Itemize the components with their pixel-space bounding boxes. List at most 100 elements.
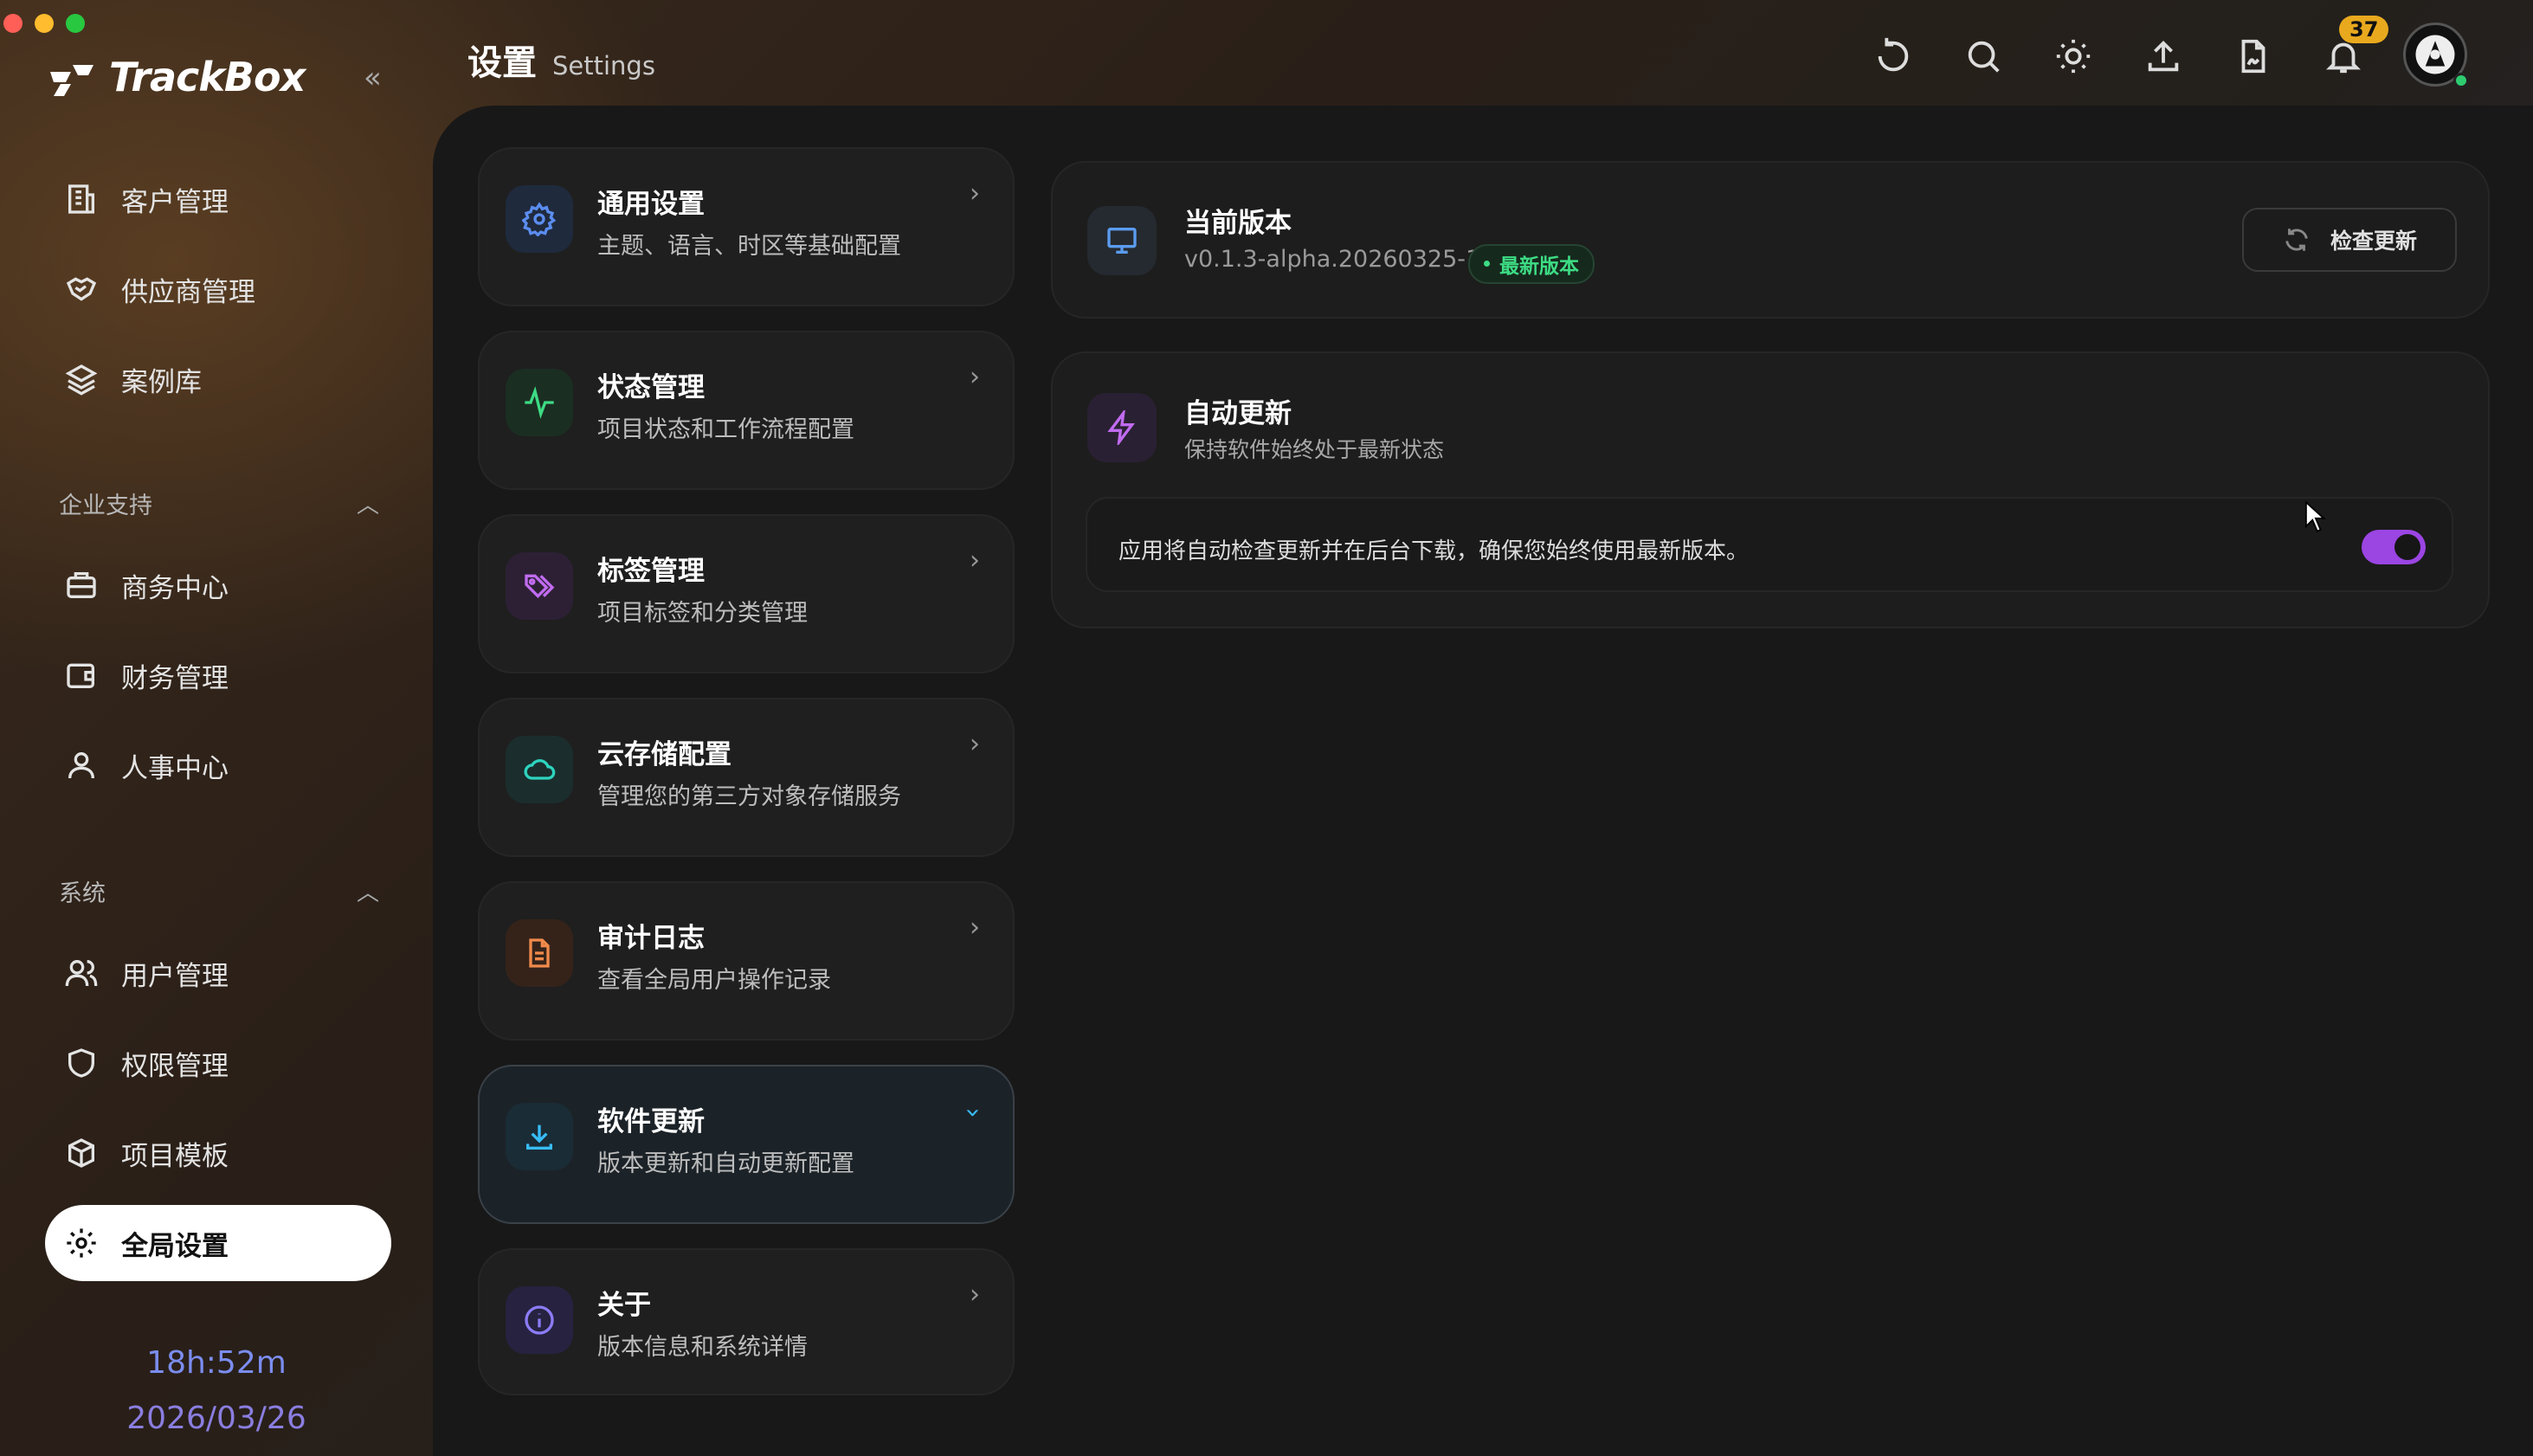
refresh-button[interactable]: [1873, 36, 1913, 76]
card-title: 软件更新: [597, 1106, 705, 1137]
page-title: 设置 Settings: [467, 35, 655, 85]
sidebar-item-label: 人事中心: [121, 752, 229, 784]
section-system[interactable]: 系统 ︿: [59, 874, 379, 908]
sidebar-item-permissions[interactable]: 权限管理: [45, 1025, 391, 1101]
mouse-cursor-icon: [2304, 500, 2326, 532]
chevron-right-icon: ›: [970, 178, 980, 209]
refresh-icon: [1878, 37, 1909, 72]
sidebar-item-label: 项目模板: [121, 1140, 229, 1172]
file-signature-icon: [2241, 39, 2266, 74]
app-logo[interactable]: TrackBox: [45, 54, 306, 100]
monitor-icon: [1107, 228, 1137, 254]
gear-icon-wrap: [506, 185, 573, 253]
upload-button[interactable]: [2143, 36, 2183, 76]
chevron-down-icon: ›: [957, 1107, 989, 1118]
sidebar-item-label: 供应商管理: [121, 276, 255, 308]
card-title: 云存储配置: [597, 739, 732, 770]
briefcase-icon: [67, 572, 96, 598]
zap-icon: [1107, 410, 1135, 445]
zap-icon-wrap: [1087, 393, 1157, 462]
activity-icon-wrap: [506, 369, 573, 436]
online-status-dot: [2453, 73, 2469, 88]
app-name: TrackBox: [109, 54, 306, 100]
clock-date: 2026/03/26: [126, 1401, 306, 1436]
auto-update-toggle[interactable]: [2362, 530, 2426, 564]
handshake-icon: [66, 277, 97, 301]
sidebar-item-global-settings[interactable]: 全局设置: [45, 1205, 391, 1281]
info-icon-wrap: [506, 1286, 573, 1354]
card-desc: 项目状态和工作流程配置: [597, 416, 854, 443]
chevron-right-icon: ›: [970, 545, 980, 576]
sidebar-item-label: 全局设置: [121, 1230, 229, 1262]
file-text-icon-wrap: [506, 919, 573, 987]
section-enterprise[interactable]: 企业支持 ︿: [59, 486, 379, 520]
gear-icon: [67, 1228, 96, 1258]
settings-card-about[interactable]: 关于 版本信息和系统详情 ›: [478, 1248, 1015, 1395]
sidebar-item-users[interactable]: 用户管理: [45, 935, 391, 1011]
page-title-en: Settings: [552, 51, 655, 81]
chevron-right-icon: ›: [970, 729, 980, 759]
sidebar-item-label: 商务中心: [121, 572, 229, 604]
search-button[interactable]: [1963, 36, 2003, 76]
settings-card-audit-log[interactable]: 审计日志 查看全局用户操作记录 ›: [478, 881, 1015, 1040]
sidebar-item-finance[interactable]: 财务管理: [45, 637, 391, 713]
gear-icon: [522, 202, 557, 236]
chevron-up-icon: ︿: [356, 880, 379, 906]
card-title: 关于: [597, 1290, 651, 1321]
sidebar-item-label: 财务管理: [121, 662, 229, 694]
check-update-button[interactable]: 检查更新: [2242, 208, 2457, 272]
check-update-label: 检查更新: [2330, 229, 2417, 254]
version-value: v0.1.3-alpha.20260325-1: [1184, 246, 1481, 273]
settings-card-cloud-storage[interactable]: 云存储配置 管理您的第三方对象存储服务 ›: [478, 698, 1015, 857]
settings-card-status[interactable]: 状态管理 项目状态和工作流程配置 ›: [478, 331, 1015, 490]
sidebar-item-case-library[interactable]: 案例库: [45, 341, 391, 417]
sidebar-item-label: 权限管理: [121, 1050, 229, 1082]
section-label: 企业支持: [59, 493, 152, 519]
cloud-icon: [524, 759, 556, 780]
card-title: 审计日志: [597, 923, 705, 954]
download-icon: [526, 1124, 552, 1150]
users-icon: [65, 960, 98, 987]
settings-card-general[interactable]: 通用设置 主题、语言、时区等基础配置 ›: [478, 147, 1015, 306]
card-title: 标签管理: [597, 556, 705, 587]
shield-icon: [68, 1048, 94, 1078]
notification-badge: 37: [2339, 16, 2389, 43]
card-title: 通用设置: [597, 189, 705, 220]
sidebar-item-hr[interactable]: 人事中心: [45, 727, 391, 803]
info-icon: [525, 1305, 554, 1335]
sidebar-item-business[interactable]: 商务中心: [45, 547, 391, 623]
upload-icon: [2148, 40, 2179, 72]
card-desc: 查看全局用户操作记录: [597, 967, 831, 994]
activity-icon: [525, 386, 554, 419]
collapse-sidebar-icon[interactable]: «: [364, 61, 382, 95]
auto-update-subtitle: 保持软件始终处于最新状态: [1184, 437, 1445, 462]
sidebar-item-label: 案例库: [121, 366, 202, 398]
theme-toggle-button[interactable]: [2053, 36, 2093, 76]
monitor-icon-wrap: [1087, 206, 1157, 275]
section-label: 系统: [59, 880, 106, 907]
chevron-right-icon: ›: [970, 1279, 980, 1310]
chevron-right-icon: ›: [970, 912, 980, 943]
box-icon: [68, 1138, 94, 1168]
settings-card-tags[interactable]: 标签管理 项目标签和分类管理 ›: [478, 514, 1015, 673]
refresh-icon: [2285, 229, 2308, 251]
sidebar-item-suppliers[interactable]: 供应商管理: [45, 251, 391, 327]
version-title: 当前版本: [1184, 208, 1292, 239]
download-icon-wrap: [506, 1103, 573, 1170]
tags-icon: [525, 574, 555, 599]
sun-icon: [2056, 39, 2091, 74]
tags-icon-wrap: [506, 552, 573, 620]
clock-time: 18h:52m: [146, 1345, 287, 1381]
sidebar-item-templates[interactable]: 项目模板: [45, 1115, 391, 1191]
settings-card-software-update[interactable]: 软件更新 版本更新和自动更新配置 ›: [478, 1065, 1015, 1224]
wallet-icon: [67, 663, 94, 688]
building-icon: [68, 184, 94, 214]
sidebar-item-customers[interactable]: 客户管理: [45, 161, 391, 237]
card-title: 状态管理: [597, 372, 705, 403]
sidebar-item-label: 客户管理: [121, 186, 229, 218]
sidebar: TrackBox « 客户管理 供应商管理 案例库 企业支持 ︿ 商务中心 财务…: [0, 0, 433, 1456]
card-desc: 版本更新和自动更新配置: [597, 1150, 854, 1177]
card-desc: 管理您的第三方对象存储服务: [597, 783, 901, 810]
search-icon: [1968, 41, 2000, 73]
file-sign-button[interactable]: [2233, 36, 2273, 76]
